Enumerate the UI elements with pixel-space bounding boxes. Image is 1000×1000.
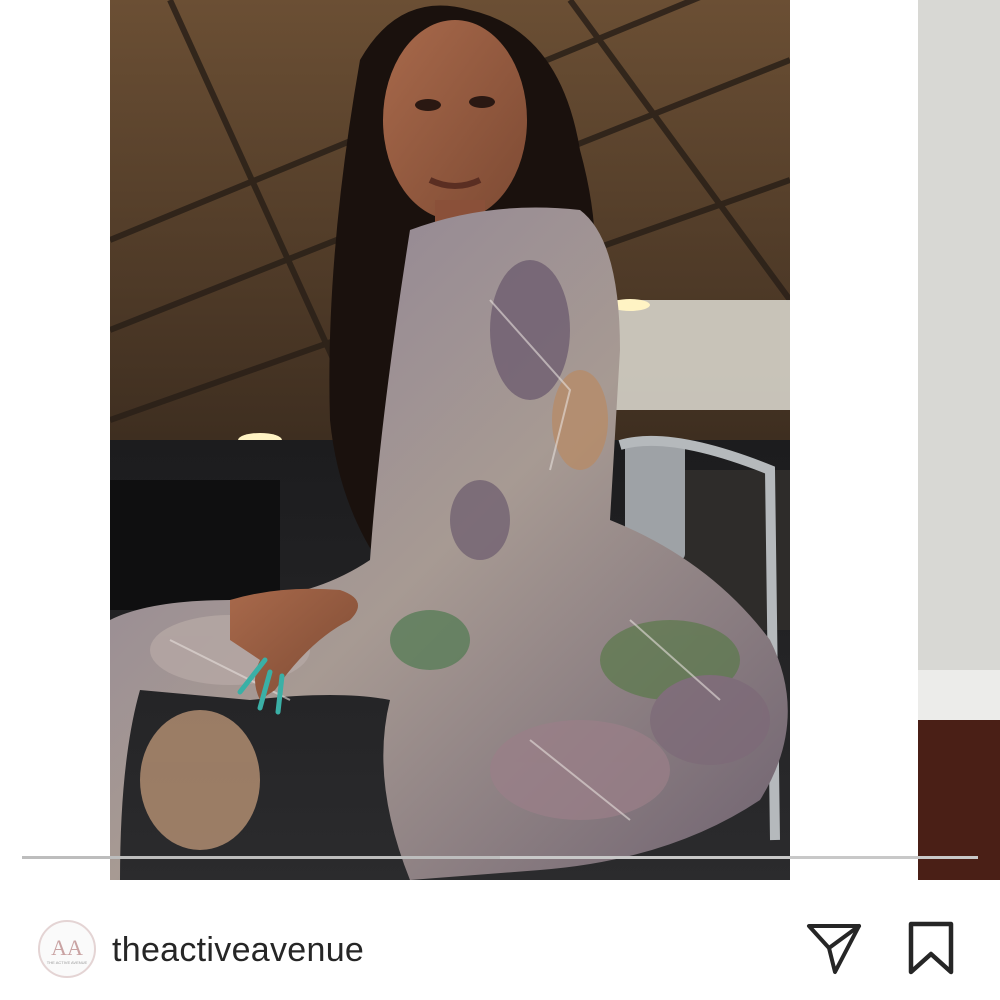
carousel-progress-fill	[22, 856, 500, 859]
carousel-progress-bar	[22, 856, 978, 859]
avatar[interactable]: AA THE ACTIVE AVENUE	[38, 920, 96, 978]
save-button[interactable]	[905, 920, 957, 976]
svg-text:THE ACTIVE AVENUE: THE ACTIVE AVENUE	[47, 960, 88, 965]
post-username[interactable]: theactiveavenue	[112, 930, 364, 970]
post-media-carousel[interactable]	[0, 0, 1000, 880]
brand-logo: AA THE ACTIVE AVENUE	[47, 935, 88, 965]
paper-plane-icon	[807, 924, 861, 974]
bookmark-icon	[908, 921, 954, 975]
post-photo-image	[110, 0, 790, 880]
next-photo-preview[interactable]	[918, 0, 1000, 880]
next-photo-image	[918, 0, 1000, 880]
svg-text:AA: AA	[51, 935, 83, 960]
post-photo[interactable]	[110, 0, 790, 880]
share-button[interactable]	[805, 920, 863, 976]
